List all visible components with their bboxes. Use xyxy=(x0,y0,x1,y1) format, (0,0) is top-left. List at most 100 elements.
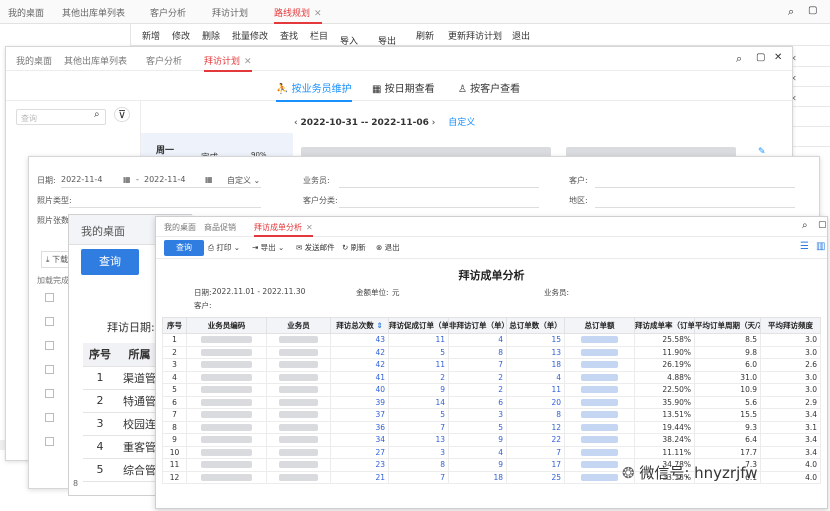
photo-type-field[interactable] xyxy=(69,207,261,208)
find-button[interactable]: 查找 xyxy=(280,29,298,42)
customer-category-field[interactable] xyxy=(339,207,539,208)
exit-button[interactable]: 退出 xyxy=(512,29,530,42)
query-button[interactable]: 查询 xyxy=(81,249,139,275)
search-icon[interactable]: ⌕ xyxy=(788,5,794,19)
row-checkbox[interactable] xyxy=(45,365,54,374)
w2-tab-customer-analysis[interactable]: 客户分析 xyxy=(146,54,182,67)
print-button[interactable]: ⎙ 打印 ⌄ xyxy=(208,242,240,253)
date-navigator: ‹ 2022-10-31 -- 2022-11-06 › 自定义 xyxy=(294,115,475,128)
maximize-icon[interactable]: ▢ xyxy=(808,5,817,16)
w4-tab-desktop[interactable]: 我的桌面 xyxy=(81,223,125,239)
w2-tab-visit-plan[interactable]: 拜访计划 ✕ xyxy=(204,54,252,72)
columns-button[interactable]: 栏目 xyxy=(310,29,328,42)
exit-icon: ⊗ xyxy=(376,243,385,252)
header-non-visit-orders: 非拜访订单（单） xyxy=(448,317,507,334)
date-to-field[interactable]: 2022-11-4 xyxy=(144,175,185,184)
update-visit-plan-button[interactable]: 更新拜访计划 xyxy=(448,29,502,42)
table-row[interactable]: 7 37 5 3 8 13.51% 15.5 3.4 xyxy=(162,408,821,422)
row-checkbox[interactable] xyxy=(45,413,54,422)
edit-button[interactable]: 修改 xyxy=(172,29,190,42)
close-icon[interactable]: ✕ xyxy=(306,223,313,232)
salesman-field[interactable] xyxy=(339,187,539,188)
tab-by-customer[interactable]: ♙ 按客户查看 xyxy=(458,80,520,95)
row-avg-frequency: 3.0 xyxy=(760,345,821,359)
row-avg-frequency: 3.4 xyxy=(760,433,821,447)
query-button[interactable]: 查询 xyxy=(164,240,204,256)
close-icon[interactable]: ✕ xyxy=(774,52,782,63)
batch-edit-button[interactable]: 批量修改 xyxy=(232,29,268,42)
tab-by-salesman[interactable]: ⛹ 按业务员维护 xyxy=(276,80,352,102)
row-total-visits: 43 xyxy=(330,333,389,347)
w5-tab-promotion[interactable]: 商品促销 xyxy=(204,222,236,233)
table-row[interactable]: 1 渠道管 xyxy=(83,366,162,390)
next-week-icon[interactable]: › xyxy=(432,118,436,128)
table-row[interactable]: 2 特通管 xyxy=(83,389,162,413)
table-row[interactable]: 1 43 11 4 15 25.58% 8.5 3.0 xyxy=(162,333,821,347)
table-row[interactable]: 5 40 9 2 11 22.50% 10.9 3.0 xyxy=(162,383,821,397)
filter-icon[interactable]: ⊽ xyxy=(114,107,131,122)
w1-tab-visit-plan[interactable]: 拜访计划 xyxy=(212,6,248,19)
sort-icon[interactable]: ⇕ xyxy=(374,321,382,330)
w1-tab-route-plan[interactable]: 路线规划 ✕ xyxy=(274,6,322,24)
close-icon[interactable]: ✕ xyxy=(314,9,322,19)
header-total-visits[interactable]: 拜访总次数 ⇕ xyxy=(330,317,389,334)
row-checkbox[interactable] xyxy=(45,437,54,446)
list-view-icon[interactable]: ☰ xyxy=(800,241,809,252)
send-mail-button[interactable]: ✉ 发送邮件 xyxy=(296,242,335,253)
table-row[interactable]: 5 综合管 xyxy=(83,458,162,482)
w2-tab-desktop[interactable]: 我的桌面 xyxy=(16,54,52,67)
close-icon[interactable]: ✕ xyxy=(244,57,252,67)
table-row[interactable]: 4 41 2 2 4 4.88% 31.0 3.0 xyxy=(162,370,821,384)
export-button[interactable]: ⇥ 导出 ⌄ xyxy=(252,242,284,253)
row-non-visit-orders: 9 xyxy=(448,458,507,472)
w1-tab-outbound-list[interactable]: 其他出库单列表 xyxy=(62,6,125,19)
row-checkbox[interactable] xyxy=(45,317,54,326)
w5-tab-analysis[interactable]: 拜访成单分析 ✕ xyxy=(254,222,313,237)
load-status: 加载完成, xyxy=(37,276,72,285)
row-checkbox[interactable] xyxy=(45,389,54,398)
search-icon[interactable]: ⌕ xyxy=(802,220,808,231)
customer-field[interactable] xyxy=(595,187,795,188)
calendar-icon[interactable]: ▦ xyxy=(123,175,131,184)
row-total-visits: 21 xyxy=(330,470,389,484)
w2-tab-outbound-list[interactable]: 其他出库单列表 xyxy=(64,54,127,67)
search-icon[interactable]: ⌕ xyxy=(736,52,742,66)
table-row[interactable]: 10 27 3 4 7 11.11% 17.7 3.4 xyxy=(162,445,821,459)
w1-tab-customer-analysis[interactable]: 客户分析 xyxy=(150,6,186,19)
search-icon[interactable]: ⌕ xyxy=(94,109,100,120)
maximize-icon[interactable]: ▢ xyxy=(756,52,765,63)
custom-range-select[interactable]: 自定义 ⌄ xyxy=(227,175,260,186)
select-all-checkbox[interactable] xyxy=(45,293,54,302)
add-button[interactable]: 新增 xyxy=(142,29,160,42)
table-row[interactable]: 4 重客管 xyxy=(83,435,162,459)
date-from-field[interactable]: 2022-11-4 xyxy=(61,175,102,184)
maximize-icon[interactable]: ▢ xyxy=(818,220,827,230)
exit-button[interactable]: ⊗ 退出 xyxy=(376,242,400,253)
w1-tab-desktop[interactable]: 我的桌面 xyxy=(8,6,44,19)
table-row[interactable]: 3 校园连 xyxy=(83,412,162,436)
delete-button[interactable]: 删除 xyxy=(202,29,220,42)
chart-view-icon[interactable]: ▥ xyxy=(816,241,825,252)
tab-by-date[interactable]: ▦ 按日期查看 xyxy=(372,80,435,95)
region-field[interactable] xyxy=(595,207,795,208)
row-checkbox[interactable] xyxy=(45,341,54,350)
search-input[interactable]: 查询 xyxy=(16,109,106,125)
row-total-amount xyxy=(564,358,635,372)
row-non-visit-orders: 4 xyxy=(448,333,507,347)
table-row[interactable]: 3 42 11 7 18 26.19% 6.0 2.6 xyxy=(162,358,821,372)
refresh-button[interactable]: 刷新 xyxy=(416,29,434,42)
calendar-icon[interactable]: ▦ xyxy=(205,175,213,184)
analysis-table: 序号 业务员编码 业务员 拜访总次数 ⇕ 拜访促成订单（单） 非拜访订单（单） … xyxy=(162,317,821,484)
redacted-value xyxy=(278,398,319,406)
w5-tab-desktop[interactable]: 我的桌面 xyxy=(164,222,196,233)
table-row[interactable]: 6 39 14 6 20 35.90% 5.6 2.9 xyxy=(162,395,821,409)
row-no: 1 xyxy=(162,333,187,347)
table-row[interactable]: 8 36 7 5 12 19.44% 9.3 3.1 xyxy=(162,420,821,434)
redacted-value xyxy=(200,398,253,406)
row-total-amount xyxy=(564,370,635,384)
table-row[interactable]: 2 42 5 8 13 11.90% 9.8 3.0 xyxy=(162,345,821,359)
custom-range-link[interactable]: 自定义 xyxy=(448,118,475,128)
redacted-value xyxy=(580,386,619,394)
refresh-button[interactable]: ↻ 刷新 xyxy=(342,242,366,253)
table-row[interactable]: 9 34 13 9 22 38.24% 6.4 3.4 xyxy=(162,433,821,447)
